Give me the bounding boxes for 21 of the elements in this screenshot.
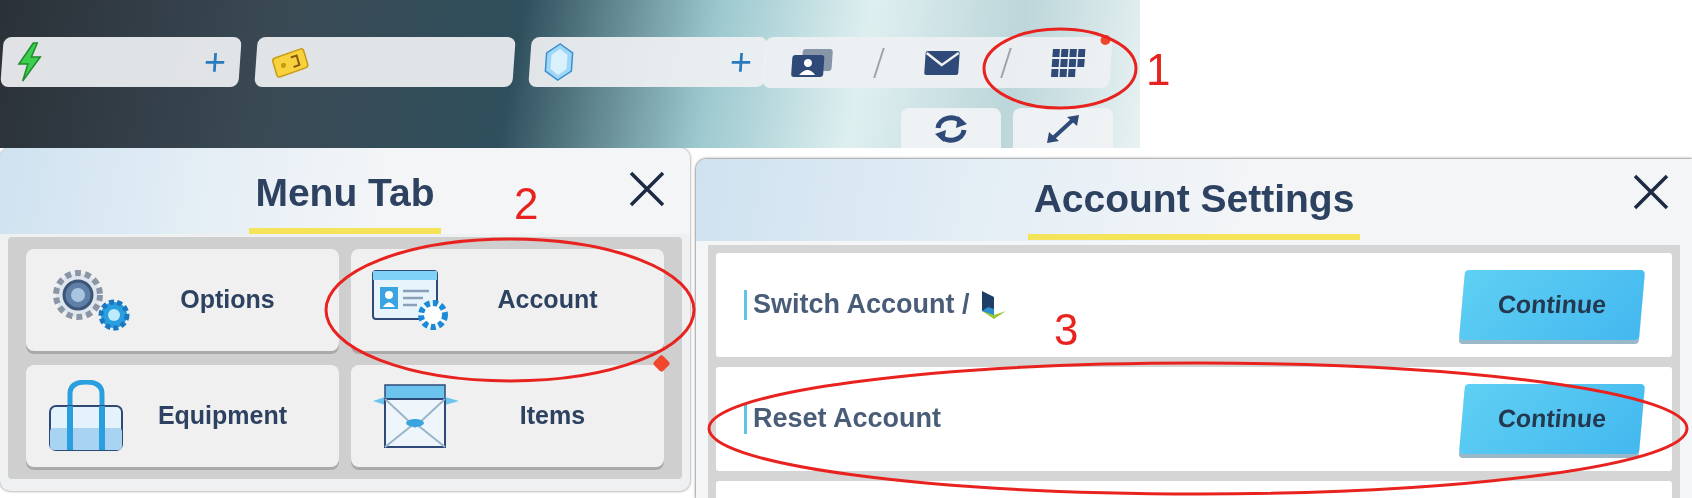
menu-button[interactable]: Items bbox=[351, 365, 664, 467]
menu-button[interactable]: Account bbox=[351, 249, 664, 351]
close-icon[interactable] bbox=[628, 170, 666, 208]
annotation-number: 2 bbox=[514, 182, 539, 226]
toolbar-button[interactable] bbox=[901, 108, 1001, 148]
annotation-number: 1 bbox=[1146, 48, 1171, 92]
menu-button[interactable]: Options bbox=[26, 249, 339, 351]
add-button[interactable]: + bbox=[202, 43, 228, 81]
add-button[interactable]: + bbox=[728, 43, 754, 81]
close-icon[interactable] bbox=[1632, 173, 1670, 211]
id-card-gear-icon bbox=[371, 267, 451, 333]
annotation-number: 3 bbox=[1054, 308, 1079, 352]
crystal-icon bbox=[542, 43, 576, 81]
menu-button[interactable]: Equipment bbox=[26, 365, 339, 467]
toolbar-button[interactable] bbox=[1013, 108, 1113, 148]
envelope-icon bbox=[923, 49, 962, 76]
profile-cards-icon bbox=[788, 46, 836, 79]
row-label: Switch Account / bbox=[744, 290, 970, 320]
bag-icon bbox=[46, 380, 126, 452]
grid-icon bbox=[1049, 47, 1086, 78]
row-label: Reset Account bbox=[744, 404, 942, 434]
